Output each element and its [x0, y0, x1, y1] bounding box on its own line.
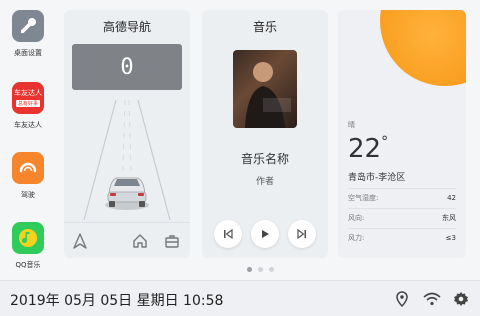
car-club-logo-text: 车友达人: [14, 89, 42, 98]
temperature: 22°: [348, 134, 388, 164]
previous-track-button[interactable]: [214, 220, 242, 248]
app-label: 驾驶: [21, 191, 35, 199]
weather-row-humidity: 空气湿度: 42: [348, 188, 456, 206]
weather-row-wind-force: 风力: ≤3: [348, 228, 456, 246]
next-track-button[interactable]: [288, 220, 316, 248]
wind-direction-label: 风向:: [348, 213, 365, 222]
app-label: QQ音乐: [15, 261, 41, 269]
app-qq-music[interactable]: QQ音乐: [0, 222, 56, 270]
navigation-title: 高德导航: [102, 20, 151, 34]
location: 青岛市-李沧区: [348, 173, 406, 183]
wifi-icon[interactable]: [422, 289, 442, 309]
page-indicator: [247, 267, 274, 272]
weather-row-wind-direction: 风向: 东风: [348, 208, 456, 226]
navigation-card[interactable]: 高德导航 0: [64, 10, 190, 258]
page-dot[interactable]: [247, 267, 252, 272]
app-label: 车友达人: [14, 121, 42, 129]
home-icon[interactable]: [128, 229, 152, 253]
speed-display: 0: [72, 44, 182, 90]
skip-next-icon: [297, 228, 306, 240]
gauge-icon: [12, 152, 44, 184]
weather-condition: 晴: [348, 121, 355, 129]
date-time: 2019年 05月 05日 星期日 10:58: [10, 293, 224, 309]
car-club-logo-subtext: 总有好事: [15, 99, 40, 107]
play-button[interactable]: [251, 220, 279, 248]
skip-previous-icon: [224, 228, 233, 240]
humidity-value: 42: [447, 193, 456, 202]
navigate-arrow-icon[interactable]: [68, 229, 92, 253]
music-title: 音乐: [252, 20, 277, 34]
qq-music-icon: [12, 222, 44, 254]
play-icon: [262, 230, 269, 238]
app-car-club[interactable]: 车友达人 总有好事 车友达人: [0, 82, 56, 130]
temperature-unit: °: [381, 134, 389, 150]
page-dot[interactable]: [258, 267, 263, 272]
navigation-actions: [64, 222, 190, 258]
briefcase-icon[interactable]: [160, 229, 184, 253]
sun-icon: [380, 10, 466, 86]
car-icon: [105, 177, 149, 210]
road-illustration: [83, 100, 171, 221]
wrench-icon: [12, 10, 44, 42]
location-pin-icon[interactable]: [392, 289, 412, 309]
settings-gear-icon[interactable]: [451, 289, 471, 309]
temperature-value: 22: [348, 134, 382, 164]
wind-direction-value: 东风: [442, 213, 456, 222]
wind-force-value: ≤3: [445, 233, 456, 242]
song-title: 音乐名称: [240, 152, 289, 166]
weather-card[interactable]: 晴 22° 青岛市-李沧区 空气湿度: 42 风向: 东风 风力: ≤3: [338, 10, 466, 258]
speed-value: 0: [120, 54, 134, 80]
app-desktop-settings[interactable]: 桌面设置: [0, 10, 56, 58]
app-label: 桌面设置: [14, 49, 42, 57]
status-bar: 2019年 05月 05日 星期日 10:58: [0, 280, 480, 316]
wind-force-label: 风力:: [348, 233, 365, 242]
album-cover: [233, 50, 297, 128]
app-sidebar: 桌面设置 车友达人 总有好事 车友达人 驾驶 QQ音乐: [0, 0, 56, 276]
page-dot[interactable]: [269, 267, 274, 272]
artist-name: 作者: [255, 177, 274, 187]
car-club-icon: 车友达人 总有好事: [12, 82, 44, 114]
app-driving[interactable]: 驾驶: [0, 152, 56, 200]
music-card[interactable]: 音乐 音乐名称 作者: [202, 10, 328, 258]
humidity-label: 空气湿度:: [348, 193, 379, 202]
